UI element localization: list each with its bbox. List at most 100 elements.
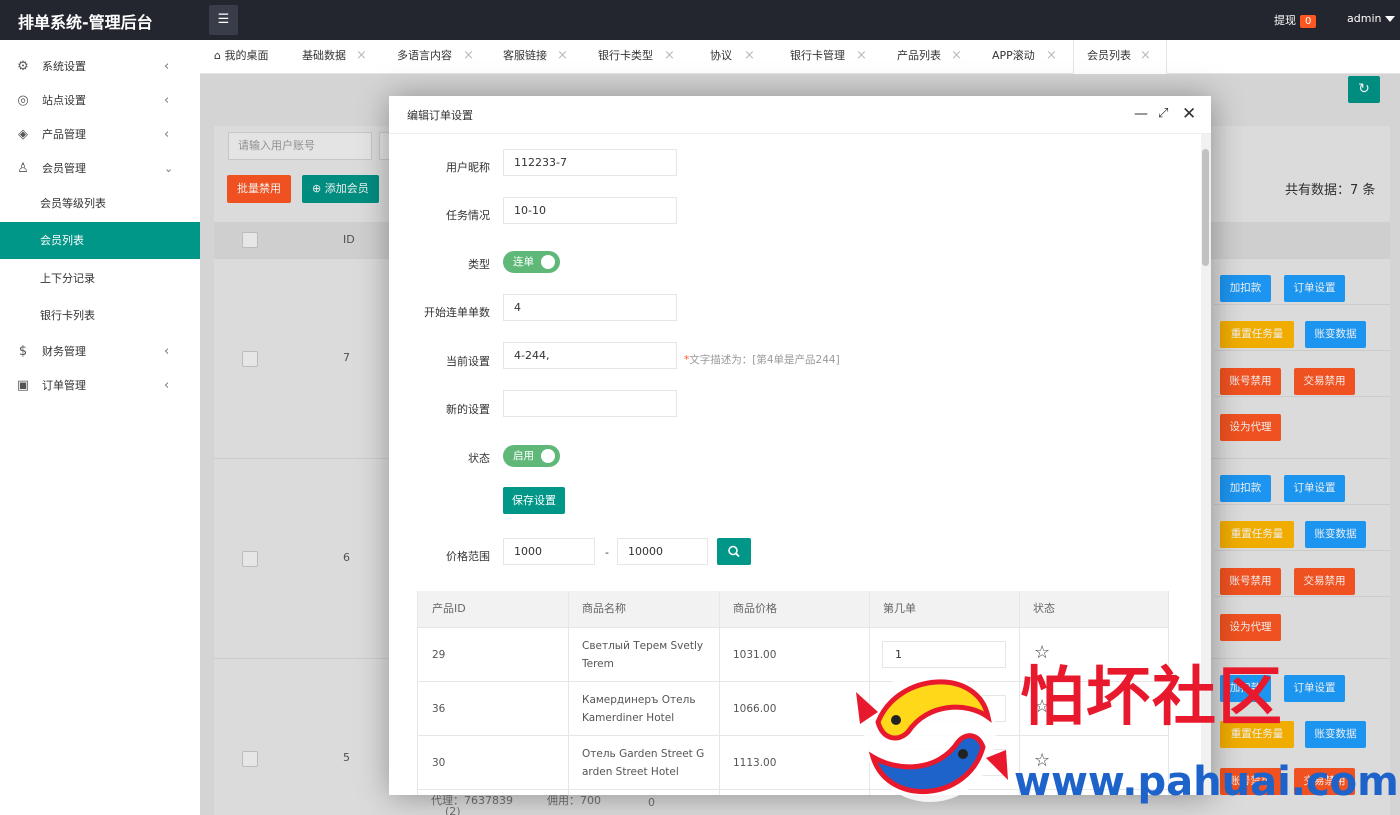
price-min-field[interactable]: 1000 <box>503 538 595 565</box>
menu-icon: ☰ <box>217 12 230 27</box>
close-icon[interactable]: × <box>951 40 962 72</box>
maximize-icon[interactable]: ⤢ <box>1158 105 1168 123</box>
sidebar-item-label: 会员等级列表 <box>40 197 106 210</box>
switch-knob <box>541 255 555 269</box>
user-icon: ♙ <box>17 161 29 176</box>
current-settings-hint: *文字描述为：[第4单是产品244] <box>684 352 840 367</box>
cell-product-id: 36 <box>432 703 446 715</box>
cell-price: 1113.00 <box>733 757 777 769</box>
column-divider <box>719 591 720 795</box>
user-name: admin <box>1347 12 1382 25</box>
caret-down-icon <box>1385 16 1396 22</box>
tab-agreement[interactable]: 协议 × <box>710 40 755 74</box>
switch-knob <box>541 449 555 463</box>
sidebar-item-products[interactable]: ◈ 产品管理 ‹ <box>0 118 200 152</box>
tab-languages[interactable]: 多语言内容 × <box>397 40 474 74</box>
task-label: 任务情况 <box>446 209 490 222</box>
tab-base-data[interactable]: 基础数据 × <box>302 40 367 74</box>
start-count-label: 开始连单单数 <box>424 306 490 319</box>
sidebar-item-label: 系统设置 <box>42 60 86 73</box>
sidebar-item-site[interactable]: ◎ 站点设置 ‹ <box>0 84 200 118</box>
tab-label: 会员列表 <box>1087 49 1131 62</box>
tab-products[interactable]: 产品列表 × <box>897 40 962 74</box>
close-icon[interactable]: ✕ <box>1182 105 1196 123</box>
column-divider <box>568 591 569 795</box>
sidebar-subitem-score-records[interactable]: 上下分记录 <box>0 260 200 297</box>
watermark-text: 怕坏社区 <box>1020 660 1284 735</box>
cell-product-name: Отель Garden Street Garden Street Hotel <box>582 748 705 778</box>
tab-label: 产品列表 <box>897 49 941 62</box>
chevron-left-icon: ‹ <box>164 344 170 359</box>
tab-label: 基础数据 <box>302 49 346 62</box>
sidebar-item-members[interactable]: ♙ 会员管理 ⌄ <box>0 152 200 186</box>
tab-label: 客服链接 <box>503 49 547 62</box>
close-icon[interactable]: × <box>664 40 675 72</box>
close-icon[interactable]: × <box>356 40 367 72</box>
cell-product-name: Светлый Терем Svetly Terem <box>582 640 704 670</box>
cell-price: 1031.00 <box>733 649 777 661</box>
column-header-order-number: 第几单 <box>869 591 1019 627</box>
save-settings-button[interactable]: 保存设置 <box>503 487 565 514</box>
tab-bank-cards[interactable]: 银行卡管理 × <box>790 40 867 74</box>
tab-member-list[interactable]: 会员列表 × <box>1073 40 1167 74</box>
sidebar-item-label: 产品管理 <box>42 128 86 141</box>
current-settings-field[interactable]: 4-244, <box>503 342 677 369</box>
tab-desktop[interactable]: ⌂ 我的桌面 <box>214 40 268 74</box>
start-count-field[interactable]: 4 <box>503 294 677 321</box>
cell-price: 1066.00 <box>733 703 777 715</box>
sidebar-item-system[interactable]: ⚙ 系统设置 ‹ <box>0 50 200 84</box>
site-icon: ◎ <box>17 93 29 108</box>
sidebar-subitem-member-levels[interactable]: 会员等级列表 <box>0 185 200 222</box>
price-range-label: 价格范围 <box>446 550 490 563</box>
chevron-left-icon: ‹ <box>164 378 170 393</box>
column-header-product-id: 产品ID <box>418 591 568 627</box>
status-switch[interactable]: 启用 <box>503 445 560 467</box>
tab-label: 银行卡类型 <box>598 49 653 62</box>
sidebar-item-label: 财务管理 <box>42 345 86 358</box>
sidebar-subitem-member-list[interactable]: 会员列表 <box>0 222 200 259</box>
nickname-field[interactable]: 112233-7 <box>503 149 677 176</box>
close-icon[interactable]: × <box>856 40 867 72</box>
tab-bank-types[interactable]: 银行卡类型 × <box>598 40 675 74</box>
dialog-header: 编辑订单设置 — ⤢ ✕ <box>389 96 1211 134</box>
price-search-button[interactable] <box>717 538 751 565</box>
status-label: 状态 <box>468 452 490 465</box>
close-icon[interactable]: × <box>744 40 755 72</box>
sidebar-subitem-bank-cards[interactable]: 银行卡列表 <box>0 297 200 334</box>
hint-text: 文字描述为：[第4单是产品244] <box>689 354 840 366</box>
chevron-left-icon: ‹ <box>164 93 170 108</box>
sidebar-item-label: 上下分记录 <box>40 272 95 285</box>
tab-app-scroll[interactable]: APP滚动 × <box>992 40 1057 74</box>
sidebar-item-finance[interactable]: $ 财务管理 ‹ <box>0 335 200 369</box>
menu-toggle-button[interactable]: ☰ <box>209 5 238 35</box>
box-icon: ▣ <box>16 378 30 393</box>
sidebar: ⚙ 系统设置 ‹ ◎ 站点设置 ‹ ◈ 产品管理 ‹ ♙ 会员管理 ⌄ 会员等级… <box>0 40 200 815</box>
sidebar-item-orders[interactable]: ▣ 订单管理 ‹ <box>0 369 200 403</box>
cell-product-id: 29 <box>432 649 446 661</box>
sidebar-item-label: 会员列表 <box>40 234 84 247</box>
tab-label: 银行卡管理 <box>790 49 845 62</box>
sidebar-item-label: 会员管理 <box>42 162 86 175</box>
tab-service-links[interactable]: 客服链接 × <box>503 40 568 74</box>
minimize-icon[interactable]: — <box>1134 105 1148 123</box>
fish-logo-icon <box>856 670 1008 802</box>
close-icon[interactable]: × <box>1140 40 1151 72</box>
task-field[interactable]: 10-10 <box>503 197 677 224</box>
withdraw-badge: 0 <box>1300 15 1317 28</box>
tab-label: 协议 <box>710 49 732 62</box>
close-icon[interactable]: × <box>1046 40 1057 72</box>
withdraw-link[interactable]: 提现 0 <box>1274 12 1317 28</box>
close-icon[interactable]: × <box>557 40 568 72</box>
watermark: 怕坏社区 www.pahuai.com <box>848 660 1399 810</box>
price-range-dash: - <box>605 546 609 559</box>
type-switch[interactable]: 连单 <box>503 251 560 273</box>
chevron-left-icon: ‹ <box>164 59 170 74</box>
column-header-price: 商品价格 <box>719 591 869 627</box>
close-icon[interactable]: × <box>463 40 474 72</box>
price-max-field[interactable]: 10000 <box>617 538 708 565</box>
cell-product-name: Камердинеръ Отель Kamerdiner Hotel <box>582 694 696 724</box>
new-settings-label: 新的设置 <box>446 403 490 416</box>
user-menu[interactable]: admin <box>1347 12 1396 25</box>
new-settings-field[interactable] <box>503 390 677 417</box>
scrollbar-thumb[interactable] <box>1202 149 1209 266</box>
